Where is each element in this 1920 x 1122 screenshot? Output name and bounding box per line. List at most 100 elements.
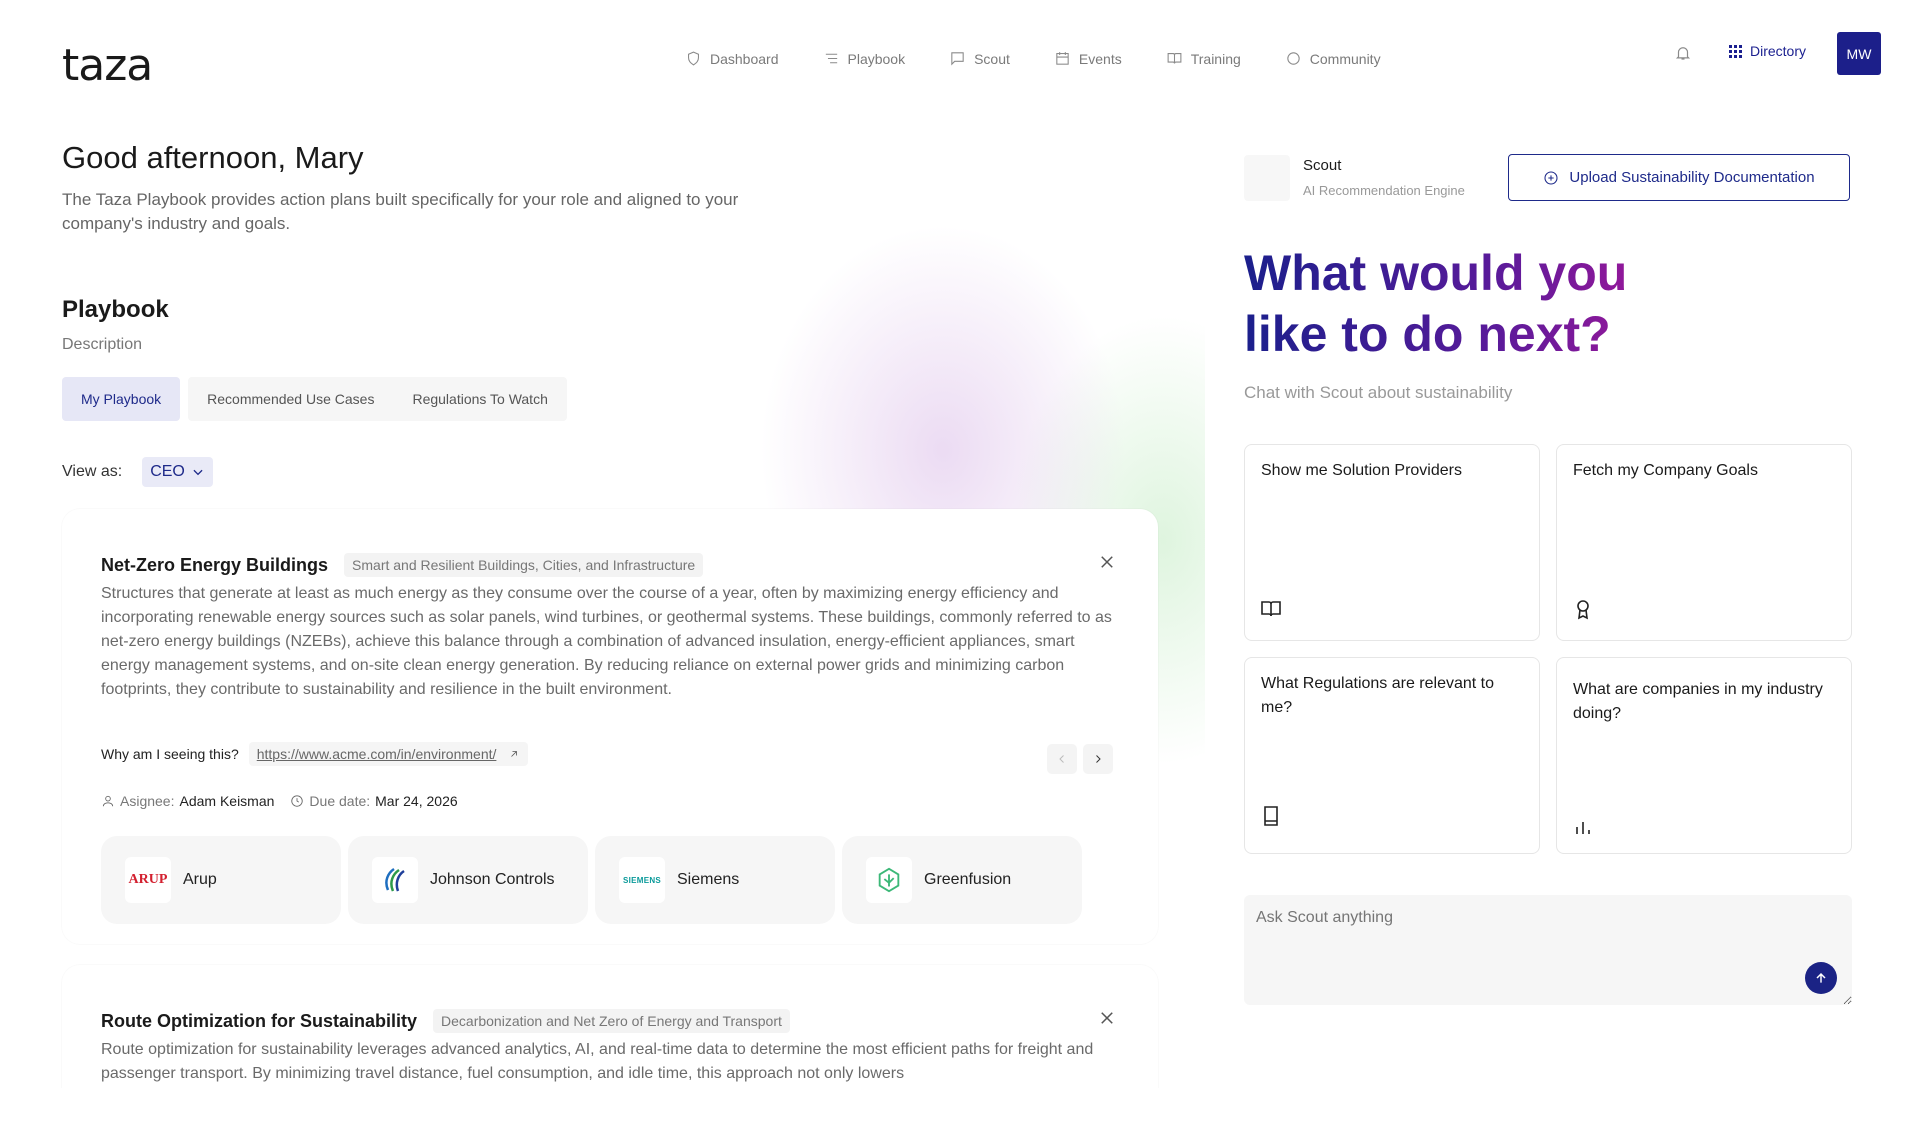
prev-button[interactable] bbox=[1047, 744, 1077, 774]
card-title: Route Optimization for Sustainability bbox=[101, 1010, 418, 1031]
nav-item-training[interactable]: Training bbox=[1144, 42, 1263, 75]
plus-circle-icon bbox=[1544, 170, 1558, 185]
list-icon bbox=[825, 53, 837, 64]
provider-greenfusion[interactable]: Greenfusion bbox=[842, 836, 1082, 924]
provider-siemens[interactable]: SIEMENS Siemens bbox=[595, 836, 835, 924]
scout-panel: Scout AI Recommendation Engine Upload Su… bbox=[1205, 115, 1891, 1065]
section-title: Playbook bbox=[62, 296, 169, 323]
why-row: Why am I seeing this? https://www.acme.c… bbox=[101, 742, 529, 766]
provider-name: Johnson Controls bbox=[430, 871, 555, 888]
arrow-up-icon bbox=[1816, 972, 1826, 983]
provider-johnson-controls[interactable]: Johnson Controls bbox=[348, 836, 588, 924]
playbook-card: Route Optimization for Sustainability De… bbox=[62, 965, 1158, 1088]
tab-regulations-to-watch[interactable]: Regulations To Watch bbox=[393, 377, 567, 421]
card-description: Structures that generate at least as muc… bbox=[101, 585, 1112, 698]
suggestion-label: What Regulations are relevant to me? bbox=[1261, 675, 1495, 716]
avatar[interactable]: MW bbox=[1837, 32, 1881, 75]
greenfusion-logo bbox=[866, 857, 912, 903]
scout-headline: What would you like to do next? bbox=[1244, 243, 1804, 365]
notifications-button[interactable] bbox=[1674, 44, 1696, 66]
chevron-down-icon bbox=[193, 469, 203, 476]
book-open-icon bbox=[1261, 601, 1281, 617]
view-as-label: View as: bbox=[62, 463, 123, 480]
scout-subtitle: AI Recommendation Engine bbox=[1303, 183, 1465, 198]
send-button[interactable] bbox=[1805, 962, 1837, 994]
external-link-icon bbox=[511, 751, 518, 757]
provider-list: ARUP Arup Johnson Controls SIEMENS Sieme… bbox=[101, 836, 1082, 924]
source-link[interactable]: https://www.acme.com/in/environment/ bbox=[248, 742, 529, 766]
upload-documentation-button[interactable]: Upload Sustainability Documentation bbox=[1508, 154, 1850, 201]
bar-chart-icon bbox=[1576, 822, 1590, 834]
top-nav: Dashboard Playbook Scout Events Training… bbox=[663, 42, 1403, 75]
nav-item-dashboard[interactable]: Dashboard bbox=[663, 42, 801, 75]
book-icon bbox=[1264, 806, 1278, 826]
grid-icon bbox=[1729, 44, 1742, 58]
suggestion-label: Show me Solution Providers bbox=[1261, 462, 1462, 479]
directory-link[interactable]: Directory bbox=[1729, 43, 1806, 59]
due-label: Due date: bbox=[309, 793, 371, 809]
user-icon bbox=[102, 795, 114, 807]
dismiss-card-button[interactable] bbox=[1098, 553, 1116, 571]
view-as-row: View as: CEO bbox=[62, 457, 213, 487]
due-date: Due date: Mar 24, 2026 bbox=[290, 793, 458, 809]
johnson-controls-logo bbox=[372, 857, 418, 903]
scout-name: Scout bbox=[1303, 157, 1342, 174]
nav-label: Training bbox=[1190, 50, 1241, 67]
assignee-name: Adam Keisman bbox=[179, 793, 275, 809]
suggestion-regulations[interactable]: What Regulations are relevant to me? bbox=[1244, 657, 1540, 854]
provider-arup[interactable]: ARUP Arup bbox=[101, 836, 341, 924]
chevron-left-icon bbox=[1059, 755, 1064, 763]
siemens-logo: SIEMENS bbox=[619, 857, 665, 903]
due-value: Mar 24, 2026 bbox=[375, 793, 458, 809]
directory-label: Directory bbox=[1750, 43, 1807, 59]
calendar-icon bbox=[1056, 52, 1069, 65]
suggestion-solution-providers[interactable]: Show me Solution Providers bbox=[1244, 444, 1540, 641]
suggestion-industry-companies[interactable]: What are companies in my industry doing? bbox=[1556, 657, 1852, 854]
role-select-value: CEO bbox=[150, 463, 185, 480]
source-link-text: https://www.acme.com/in/environment/ bbox=[256, 746, 497, 762]
assignee-label: Asignee: bbox=[120, 793, 175, 809]
tab-my-playbook[interactable]: My Playbook bbox=[62, 377, 181, 421]
role-select[interactable]: CEO bbox=[142, 457, 213, 487]
provider-name: Greenfusion bbox=[924, 871, 1012, 888]
nav-label: Community bbox=[1309, 50, 1381, 67]
app-window: taza Dashboard Playbook Scout Events Tra… bbox=[23, 20, 1920, 1088]
playbook-tabs: My Playbook Recommended Use Cases Regula… bbox=[62, 377, 567, 421]
next-button[interactable] bbox=[1083, 744, 1113, 774]
provider-pager bbox=[1047, 744, 1113, 774]
dismiss-card-button[interactable] bbox=[1098, 1009, 1116, 1027]
book-icon bbox=[1167, 53, 1182, 64]
card-header: Route Optimization for Sustainability De… bbox=[101, 1009, 790, 1033]
why-label: Why am I seeing this? bbox=[101, 746, 239, 762]
award-icon bbox=[1577, 600, 1589, 620]
category-chip: Decarbonization and Net Zero of Energy a… bbox=[433, 1009, 790, 1033]
suggestion-label: Fetch my Company Goals bbox=[1573, 462, 1758, 479]
card-title: Net-Zero Energy Buildings bbox=[101, 554, 329, 575]
ask-scout-input[interactable] bbox=[1244, 895, 1852, 1005]
nav-label: Scout bbox=[974, 50, 1010, 67]
arup-logo: ARUP bbox=[125, 857, 171, 903]
nav-item-community[interactable]: Community bbox=[1263, 42, 1403, 75]
card-description: Route optimization for sustainability le… bbox=[101, 1041, 1094, 1082]
close-icon bbox=[1101, 556, 1113, 568]
nav-item-events[interactable]: Events bbox=[1032, 42, 1144, 75]
nav-item-scout[interactable]: Scout bbox=[927, 42, 1032, 75]
close-icon bbox=[1101, 1012, 1113, 1024]
tab-recommended-use-cases[interactable]: Recommended Use Cases bbox=[188, 377, 394, 421]
provider-name: Arup bbox=[183, 871, 217, 888]
headline-line: What would you bbox=[1244, 245, 1628, 301]
chevron-right-icon bbox=[1096, 755, 1101, 763]
playbook-card: Net-Zero Energy Buildings Smart and Resi… bbox=[62, 509, 1158, 944]
shield-icon bbox=[688, 51, 699, 66]
upload-label: Upload Sustainability Documentation bbox=[1569, 169, 1815, 186]
suggestion-company-goals[interactable]: Fetch my Company Goals bbox=[1556, 444, 1852, 641]
chat-icon bbox=[951, 52, 964, 66]
nav-label: Events bbox=[1078, 50, 1122, 67]
headline-line: like to do next? bbox=[1244, 306, 1611, 362]
chat-subtitle: Chat with Scout about sustainability bbox=[1244, 383, 1513, 402]
scout-avatar bbox=[1244, 155, 1290, 201]
suggestion-label: What are companies in my industry doing? bbox=[1573, 681, 1823, 722]
nav-item-playbook[interactable]: Playbook bbox=[801, 42, 928, 75]
page-greeting: Good afternoon, Mary bbox=[62, 140, 364, 175]
taza-logo[interactable]: taza bbox=[62, 40, 153, 91]
